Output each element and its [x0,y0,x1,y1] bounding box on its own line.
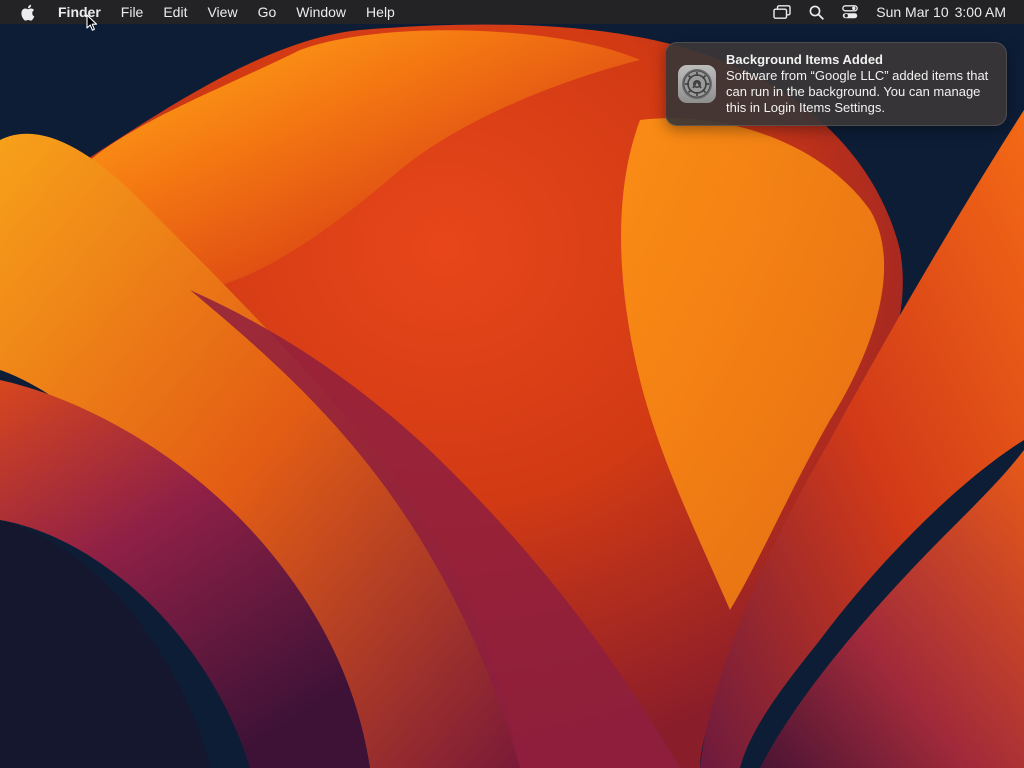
window-overlap-icon[interactable] [772,0,792,24]
menu-bar-status-area: Sun Mar 10 3:00 AM [758,0,1006,24]
menu-window[interactable]: Window [286,0,356,24]
menu-edit[interactable]: Edit [153,0,197,24]
search-icon[interactable] [806,0,826,24]
notification-content: Background Items Added Software from “Go… [726,52,996,116]
menu-go[interactable]: Go [248,0,287,24]
system-settings-gear-icon [678,65,716,103]
menu-bar-clock[interactable]: Sun Mar 10 3:00 AM [876,4,1006,20]
apple-logo-icon[interactable] [18,0,36,24]
control-center-icon[interactable] [840,0,860,24]
mouse-pointer-icon [86,14,98,31]
menu-finder[interactable]: Finder [50,0,111,24]
menu-help[interactable]: Help [356,0,405,24]
menu-bar: Finder File Edit View Go Window Help Sun… [0,0,1024,24]
notification-title: Background Items Added [726,52,883,67]
menu-file[interactable]: File [111,0,154,24]
menu-view[interactable]: View [197,0,247,24]
clock-time: 3:00 AM [954,4,1006,20]
notification-body: Software from “Google LLC” added items t… [726,68,989,115]
menu-bar-left: Finder File Edit View Go Window Help [0,0,405,24]
notification-banner[interactable]: Background Items Added Software from “Go… [665,42,1007,126]
clock-date: Sun Mar 10 [876,4,949,20]
desktop[interactable]: Finder File Edit View Go Window Help Sun… [0,0,1024,768]
